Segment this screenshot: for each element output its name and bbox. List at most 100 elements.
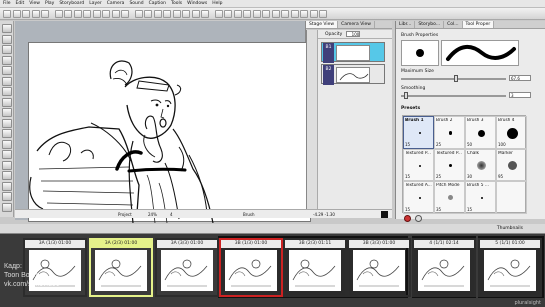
pencil-icon[interactable] — [102, 9, 110, 18]
contour-tool-icon[interactable] — [2, 181, 12, 191]
loop-icon[interactable] — [233, 9, 242, 18]
tab-storyboard[interactable]: Storybo... — [415, 21, 445, 28]
cut-icon[interactable] — [54, 9, 63, 18]
preset-tile[interactable]: Brush 1 15 — [403, 116, 434, 149]
smoothing-slider-knob[interactable] — [404, 92, 408, 99]
polyline-tool-icon[interactable] — [2, 76, 12, 86]
panel-thumbnail[interactable]: 3B (1/3) 01:00 — [219, 238, 283, 297]
brush-tool-icon[interactable] — [2, 34, 12, 44]
dropper-tool-icon[interactable] — [2, 129, 12, 138]
duplicate-panel-icon[interactable] — [163, 9, 171, 18]
cutter-tool-icon[interactable] — [2, 66, 12, 75]
select-icon[interactable] — [83, 9, 91, 18]
menu-help[interactable]: Help — [212, 1, 222, 6]
panel-thumbnail[interactable]: 3B (2/3) 01:11 — [283, 238, 347, 297]
rotate-tool-icon[interactable] — [2, 160, 12, 170]
copy-icon[interactable] — [64, 9, 72, 18]
menu-layer[interactable]: Layer — [89, 1, 102, 6]
preset-tile[interactable]: Brush 3 50 — [465, 116, 496, 149]
delete-panel-icon[interactable] — [172, 9, 181, 18]
play-icon[interactable] — [214, 9, 223, 18]
preset-tile[interactable]: Textured A... 15 — [403, 181, 434, 214]
smoothing-field[interactable]: 3 — [509, 92, 531, 98]
add-layer-icon[interactable] — [182, 9, 190, 18]
tab-stage-view[interactable]: Stage View — [306, 21, 339, 28]
camera-tool-icon[interactable] — [2, 202, 12, 212]
panel-thumbnail[interactable]: 3A (2/3) 01:00 — [89, 238, 153, 297]
tab-library[interactable]: Libr... — [396, 21, 416, 28]
zoom-icon[interactable] — [134, 9, 143, 18]
menu-windows[interactable]: Windows — [187, 1, 207, 6]
tab-colour[interactable]: Col... — [444, 21, 463, 28]
line-tool-icon[interactable] — [2, 108, 12, 117]
panel-thumbnail[interactable]: 3A (3/3) 01:00 — [155, 238, 219, 297]
max-size-slider-knob[interactable] — [454, 75, 458, 82]
new-panel-icon[interactable] — [153, 9, 162, 18]
opacity-field[interactable]: 100 — [346, 31, 361, 37]
menu-file[interactable]: File — [3, 1, 11, 6]
open-icon[interactable] — [12, 9, 21, 18]
preset-tile[interactable]: Brush 2 25 — [434, 116, 465, 149]
preset-tile[interactable]: Brush 4 100 — [496, 116, 527, 149]
layer-row[interactable]: B1 — [321, 42, 385, 63]
preset-tile[interactable]: Textured P... 15 — [403, 148, 434, 182]
menu-storyboard[interactable]: Storyboard — [59, 1, 84, 6]
onion-icon[interactable] — [281, 9, 289, 18]
text-tool-icon[interactable] — [2, 192, 12, 201]
preset-tile[interactable]: Textured P... 25 — [434, 148, 465, 182]
export-icon[interactable] — [290, 9, 299, 18]
sound-icon[interactable] — [243, 9, 251, 18]
save-icon[interactable] — [22, 9, 30, 18]
rotate-icon[interactable] — [144, 9, 152, 18]
paste-icon[interactable] — [73, 9, 82, 18]
preset-tile[interactable] — [496, 181, 527, 214]
menu-caption[interactable]: Caption — [149, 1, 166, 6]
preset-tile[interactable]: Pitch Mode 35 — [434, 181, 465, 214]
select-tool-icon[interactable] — [2, 24, 12, 33]
preset-tile[interactable]: Brush 5 ... 15 — [465, 181, 496, 214]
hand-icon[interactable] — [121, 9, 129, 18]
brush-icon[interactable] — [92, 9, 101, 18]
preview-icon[interactable] — [300, 9, 308, 18]
keyframe-icon[interactable] — [201, 9, 209, 18]
current-color-swatch[interactable] — [381, 211, 388, 218]
eraser-tool-icon[interactable] — [2, 55, 12, 65]
camera-icon[interactable] — [191, 9, 200, 18]
transform-tool-icon[interactable] — [2, 171, 12, 180]
preset-tile[interactable]: Chalk 30 — [465, 148, 496, 182]
menu-play[interactable]: Play — [45, 1, 54, 6]
max-size-field[interactable]: 67.6 — [509, 75, 531, 81]
status-zoom[interactable]: 24% — [148, 212, 157, 217]
redo-icon[interactable] — [41, 9, 49, 18]
reset-icon[interactable] — [319, 9, 327, 18]
tab-tool-properties[interactable]: Tool Proper — [462, 21, 495, 28]
pencil-tool-icon[interactable] — [2, 45, 12, 54]
tab-camera-view[interactable]: Camera View — [338, 21, 375, 28]
new-icon[interactable] — [3, 9, 11, 18]
preset-add-icon[interactable] — [415, 215, 422, 222]
brush-tip-preview[interactable] — [401, 40, 439, 66]
paint-tool-icon[interactable] — [2, 118, 12, 128]
rectangle-tool-icon[interactable] — [2, 97, 12, 107]
preset-tile[interactable]: Marker 95 — [496, 148, 527, 182]
grid-icon[interactable] — [262, 9, 270, 18]
panel-thumbnail[interactable]: 5 (1/1) 01:00 — [478, 238, 542, 297]
menu-sound[interactable]: Sound — [129, 1, 143, 6]
menu-view[interactable]: View — [29, 1, 40, 6]
panel-thumbnail[interactable]: 3B (3/3) 01:00 — [347, 238, 411, 297]
preset-delete-icon[interactable] — [404, 215, 411, 222]
menu-edit[interactable]: Edit — [16, 1, 25, 6]
eraser-icon[interactable] — [111, 9, 120, 18]
panel-thumbnail[interactable]: 4 (1/1) 02:14 — [412, 238, 476, 297]
zoom-tool-icon[interactable] — [2, 150, 12, 159]
undo-icon[interactable] — [31, 9, 40, 18]
fit-icon[interactable] — [309, 9, 318, 18]
light-table-icon[interactable] — [271, 9, 280, 18]
stop-icon[interactable] — [224, 9, 232, 18]
hand-tool-icon[interactable] — [2, 139, 12, 149]
ellipse-tool-icon[interactable] — [2, 87, 12, 96]
layer-row[interactable]: B2 — [321, 64, 385, 85]
caption-icon[interactable] — [252, 9, 261, 18]
menu-camera[interactable]: Camera — [107, 1, 125, 6]
drawing-canvas[interactable] — [28, 42, 311, 224]
